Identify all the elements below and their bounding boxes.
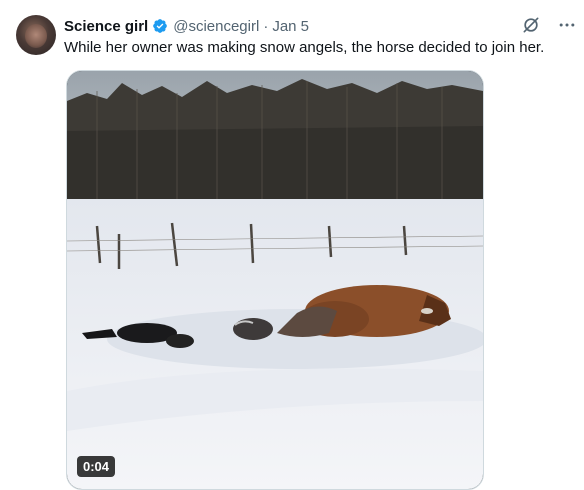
author-name[interactable]: Science girl bbox=[64, 18, 148, 35]
avatar-face bbox=[25, 24, 47, 48]
tweet-date[interactable]: Jan 5 bbox=[272, 18, 309, 35]
tweet-header: Science girl @sciencegirl · Jan 5 bbox=[64, 16, 584, 36]
video-frame bbox=[67, 71, 483, 489]
separator-dot: · bbox=[263, 17, 269, 35]
tweet-text: While her owner was making snow angels, … bbox=[64, 39, 545, 56]
more-button[interactable] bbox=[556, 14, 578, 36]
author-handle[interactable]: @sciencegirl bbox=[173, 18, 259, 35]
avatar[interactable] bbox=[16, 15, 56, 55]
video-duration: 0:04 bbox=[77, 456, 116, 477]
grok-button[interactable] bbox=[520, 14, 542, 36]
verified-badge-icon[interactable] bbox=[152, 18, 168, 34]
video-player[interactable]: 0:04 bbox=[66, 70, 484, 490]
more-icon bbox=[559, 23, 575, 27]
tweet-actions bbox=[520, 14, 578, 36]
grok-icon bbox=[523, 17, 539, 33]
